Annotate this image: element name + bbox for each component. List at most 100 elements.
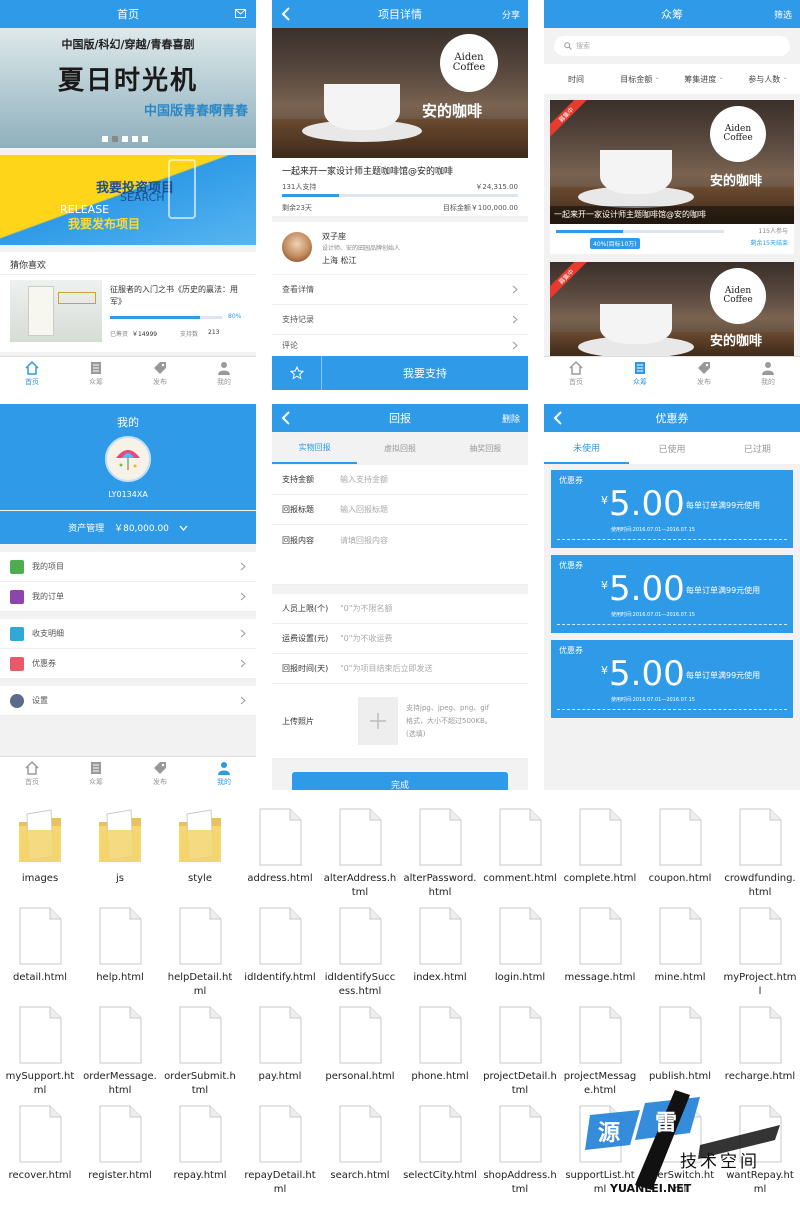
people-limit-field[interactable]: 人员上限(个) "0"为不限名额	[272, 594, 528, 624]
tab-lottery[interactable]: 抽奖回报	[443, 432, 528, 464]
folder-item[interactable]: images	[0, 800, 80, 899]
file-item[interactable]: alterPassword.html	[400, 800, 480, 899]
tab-virtual[interactable]: 虚拟回报	[357, 432, 442, 464]
file-item[interactable]: help.html	[80, 899, 160, 998]
done-button[interactable]: 完成	[292, 772, 508, 790]
coupon-card[interactable]: 优惠券 ¥ 5.00 每单订单满99元使用 使用时间:2016.07.01—20…	[551, 470, 793, 548]
tab-publish[interactable]: 发布	[672, 357, 736, 390]
tab-expired[interactable]: 已过期	[715, 432, 800, 464]
menu-my-projects[interactable]: 我的项目	[0, 552, 256, 582]
reward-content-field[interactable]: 回报内容 请填回报内容	[272, 525, 528, 585]
back-arrow-icon[interactable]	[281, 7, 291, 21]
menu-transactions[interactable]: 收支明细	[0, 619, 256, 649]
file-item[interactable]: publish.html	[640, 998, 720, 1097]
file-item[interactable]: repay.html	[160, 1097, 240, 1196]
folder-item[interactable]: js	[80, 800, 160, 899]
file-item[interactable]: orderSubmit.html	[160, 998, 240, 1097]
shipping-field[interactable]: 运费设置(元) "0"为不收运费	[272, 624, 528, 654]
sort-target[interactable]: 目标金额 ⌃	[608, 74, 672, 85]
back-arrow-icon[interactable]	[281, 411, 291, 425]
tab-crowd[interactable]: 众筹	[64, 757, 128, 790]
file-item[interactable]: projectMessage.html	[560, 998, 640, 1097]
support-button[interactable]: 我要支持	[322, 356, 528, 390]
reward-time-field[interactable]: 回报时间(天) "0"为项目结束后立即发送	[272, 654, 528, 684]
tab-publish[interactable]: 发布	[128, 357, 192, 390]
tab-home[interactable]: 首页	[544, 357, 608, 390]
tab-crowd[interactable]: 众筹	[64, 357, 128, 390]
project-card[interactable]: Aiden Coffee 安的咖啡 募集中 一起来开一家设计师主题咖啡馆@安的咖啡…	[550, 100, 794, 254]
mail-icon[interactable]	[235, 9, 246, 18]
menu-view-detail[interactable]: 查看详情	[272, 275, 528, 305]
file-item[interactable]: repayDetail.html	[240, 1097, 320, 1196]
search-input[interactable]: 搜索	[554, 36, 790, 56]
delete-button[interactable]: 删除	[502, 412, 520, 425]
share-button[interactable]: 分享	[502, 8, 520, 21]
file-item[interactable]: mine.html	[640, 899, 720, 998]
menu-support-record[interactable]: 支持记录	[272, 305, 528, 335]
file-item[interactable]: mySupport.html	[0, 998, 80, 1097]
file-item[interactable]: helpDetail.html	[160, 899, 240, 998]
support-amount-field[interactable]: 支持金额 输入支持金额	[272, 465, 528, 495]
dot[interactable]	[132, 136, 138, 142]
file-item[interactable]: register.html	[80, 1097, 160, 1196]
tab-mine[interactable]: 我的	[192, 357, 256, 390]
file-item[interactable]: comment.html	[480, 800, 560, 899]
sort-participants[interactable]: 参与人数 ⌃	[736, 74, 800, 85]
tab-used[interactable]: 已使用	[629, 432, 714, 464]
file-item[interactable]: projectDetail.html	[480, 998, 560, 1097]
promo-banner[interactable]: 我要投资项目 SEARCH RELEASE 我要发布项目	[0, 155, 256, 245]
file-item[interactable]: pay.html	[240, 998, 320, 1097]
creator-card[interactable]: 双子座 设计师、安的田园品牌创始人 上海 松江	[272, 222, 528, 274]
book-cover[interactable]	[10, 280, 102, 342]
home-banner[interactable]: 中国版/科幻/穿越/青春喜剧 夏日时光机 中国版青春啊青春	[0, 28, 256, 148]
tab-unused[interactable]: 未使用	[544, 432, 630, 464]
folder-item[interactable]: style	[160, 800, 240, 899]
file-item[interactable]: recover.html	[0, 1097, 80, 1196]
file-item[interactable]: myProject.html	[720, 899, 800, 998]
file-item[interactable]: coupon.html	[640, 800, 720, 899]
filter-button[interactable]: 筛选	[774, 8, 792, 21]
menu-comments[interactable]: 评论	[272, 335, 528, 357]
asset-bar[interactable]: 资产管理 ￥80,000.00	[0, 511, 256, 544]
dot[interactable]	[112, 136, 118, 142]
item-title[interactable]: 征服者的入门之书《历史的赢法：用军》	[110, 284, 246, 308]
coupon-card[interactable]: 优惠券 ¥ 5.00 每单订单满99元使用 使用时间:2016.07.01—20…	[551, 555, 793, 633]
file-item[interactable]: idIdentifySuccess.html	[320, 899, 400, 998]
file-item[interactable]: orderMessage.html	[80, 998, 160, 1097]
tab-mine[interactable]: 我的	[192, 757, 256, 790]
file-item[interactable]: search.html	[320, 1097, 400, 1196]
file-item[interactable]: selectCity.html	[400, 1097, 480, 1196]
file-item[interactable]: phone.html	[400, 998, 480, 1097]
upload-button[interactable]	[358, 697, 398, 745]
file-item[interactable]: alterAddress.html	[320, 800, 400, 899]
back-arrow-icon[interactable]	[553, 411, 563, 425]
tab-publish[interactable]: 发布	[128, 757, 192, 790]
tab-home[interactable]: 首页	[0, 757, 64, 790]
file-item[interactable]: shopAddress.html	[480, 1097, 560, 1196]
file-item[interactable]: index.html	[400, 899, 480, 998]
file-item[interactable]: message.html	[560, 899, 640, 998]
menu-settings[interactable]: 设置	[0, 686, 256, 716]
menu-coupons[interactable]: 优惠券	[0, 649, 256, 679]
favorite-button[interactable]	[272, 356, 322, 390]
sort-progress[interactable]: 筹集进度 ⌃	[672, 74, 736, 85]
dot[interactable]	[122, 136, 128, 142]
profile-avatar[interactable]	[105, 436, 151, 482]
tab-mine[interactable]: 我的	[736, 357, 800, 390]
project-card-2[interactable]: Aiden Coffee 安的咖啡 募集中	[550, 262, 794, 356]
tab-home[interactable]: 首页	[0, 357, 64, 390]
file-item[interactable]: detail.html	[0, 899, 80, 998]
sort-time[interactable]: 时间	[544, 74, 608, 85]
file-item[interactable]: idIdentify.html	[240, 899, 320, 998]
file-item[interactable]: personal.html	[320, 998, 400, 1097]
dot[interactable]	[102, 136, 108, 142]
file-item[interactable]: crowdfunding.html	[720, 800, 800, 899]
reward-title-field[interactable]: 回报标题 输入回报标题	[272, 495, 528, 525]
file-item[interactable]: complete.html	[560, 800, 640, 899]
tab-physical[interactable]: 实物回报	[272, 432, 358, 464]
file-item[interactable]: login.html	[480, 899, 560, 998]
file-item[interactable]: address.html	[240, 800, 320, 899]
coupon-card[interactable]: 优惠券 ¥ 5.00 每单订单满99元使用 使用时间:2016.07.01—20…	[551, 640, 793, 718]
file-item[interactable]: recharge.html	[720, 998, 800, 1097]
tab-crowd[interactable]: 众筹	[608, 357, 672, 390]
